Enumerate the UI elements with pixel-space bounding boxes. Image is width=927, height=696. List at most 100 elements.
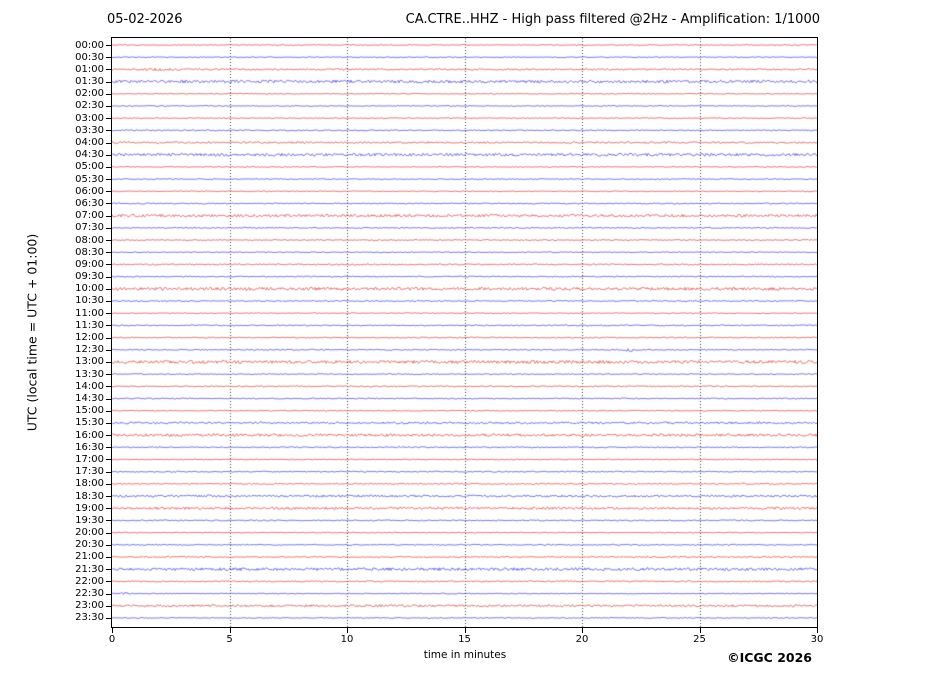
y-tick-label: 18:30	[75, 490, 104, 502]
y-tick-mark	[106, 288, 112, 290]
y-tick-label: 11:30	[75, 319, 104, 331]
y-tick-label: 04:30	[75, 149, 104, 161]
y-tick-label: 07:30	[75, 222, 104, 234]
y-tick-mark	[106, 593, 112, 595]
y-tick-mark	[106, 45, 112, 46]
y-tick-mark	[106, 142, 112, 144]
y-tick-label: 15:00	[75, 405, 104, 417]
x-tick-label: 20	[575, 634, 589, 645]
x-axis-title: time in minutes	[423, 649, 507, 661]
y-tick-label: 02:00	[75, 88, 104, 100]
y-tick-mark	[106, 556, 112, 558]
y-tick-label: 13:00	[75, 356, 104, 368]
y-tick-label: 19:30	[75, 514, 104, 526]
y-tick-label: 23:30	[75, 612, 104, 624]
y-tick-mark	[106, 459, 112, 461]
y-tick-mark	[106, 215, 112, 217]
y-tick-label: 06:00	[75, 185, 104, 197]
y-tick-label: 17:00	[75, 453, 104, 465]
y-tick-mark	[106, 57, 112, 59]
y-tick-label: 13:30	[75, 368, 104, 380]
seismogram-trace-canvas	[112, 38, 817, 627]
x-tick-label: 0	[108, 634, 116, 645]
y-tick-mark	[106, 276, 112, 278]
y-tick-label: 05:30	[75, 173, 104, 185]
y-tick-mark	[106, 520, 112, 522]
y-tick-mark	[106, 300, 112, 302]
y-tick-mark	[106, 337, 112, 339]
y-tick-label: 03:00	[75, 112, 104, 124]
y-tick-mark	[106, 447, 112, 449]
y-tick-label: 00:30	[75, 51, 104, 63]
y-tick-mark	[106, 118, 112, 120]
y-tick-mark	[106, 569, 112, 571]
y-tick-label: 06:30	[75, 197, 104, 209]
y-tick-label: 11:00	[75, 307, 104, 319]
y-tick-label: 20:00	[75, 527, 104, 539]
y-tick-label: 01:00	[75, 63, 104, 75]
copyright-label: ©ICGC 2026	[727, 650, 812, 665]
y-tick-mark	[106, 605, 112, 607]
helicorder-figure: 05-02-2026 CA.CTRE..HHZ - High pass filt…	[0, 0, 927, 696]
y-tick-mark	[106, 374, 112, 376]
y-tick-mark	[106, 179, 112, 181]
y-tick-mark	[106, 544, 112, 546]
y-tick-label: 15:30	[75, 417, 104, 429]
y-tick-mark	[106, 203, 112, 205]
y-tick-label: 07:00	[75, 210, 104, 222]
y-tick-label: 16:00	[75, 429, 104, 441]
y-tick-label: 23:00	[75, 600, 104, 612]
y-tick-label: 03:30	[75, 124, 104, 136]
y-tick-label: 21:00	[75, 551, 104, 563]
y-axis-label: UTC (local time = UTC + 01:00)	[24, 233, 40, 432]
y-tick-mark	[106, 581, 112, 583]
date-label: 05-02-2026	[107, 12, 183, 27]
y-tick-label: 12:00	[75, 332, 104, 344]
y-tick-label: 00:00	[75, 39, 104, 51]
y-tick-mark	[106, 349, 112, 351]
y-tick-mark	[106, 105, 112, 107]
y-tick-mark	[106, 508, 112, 510]
x-tick-mark	[347, 627, 348, 633]
y-tick-mark	[106, 435, 112, 437]
x-tick-mark	[229, 627, 231, 633]
x-tick-label: 25	[693, 634, 706, 645]
y-tick-mark	[106, 398, 112, 400]
y-tick-label: 17:30	[75, 466, 104, 478]
y-tick-mark	[106, 325, 112, 327]
y-tick-label: 10:30	[75, 295, 104, 307]
x-tick-label: 30	[810, 634, 824, 645]
y-tick-mark	[106, 471, 112, 473]
y-tick-mark	[106, 227, 112, 229]
y-tick-label: 19:00	[75, 502, 104, 514]
y-tick-mark	[106, 532, 112, 534]
x-tick-mark	[464, 627, 466, 633]
y-tick-mark	[106, 264, 112, 266]
y-tick-label: 02:30	[75, 100, 104, 112]
y-tick-label: 01:30	[75, 76, 104, 88]
x-tick-mark	[699, 627, 701, 633]
y-tick-mark	[106, 69, 112, 71]
x-tick-label: 15	[458, 634, 471, 645]
y-tick-label: 22:30	[75, 588, 104, 600]
plot-title: CA.CTRE..HHZ - High pass filtered @2Hz -…	[405, 12, 820, 27]
y-tick-mark	[106, 81, 112, 83]
y-tick-mark	[106, 496, 112, 498]
x-tick-mark	[582, 627, 583, 633]
x-tick-label: 5	[226, 634, 233, 645]
y-tick-mark	[106, 422, 112, 424]
y-tick-label: 10:00	[75, 283, 104, 295]
y-tick-label: 18:00	[75, 478, 104, 490]
y-tick-label: 08:30	[75, 246, 104, 258]
plot-area	[111, 37, 818, 628]
y-tick-mark	[106, 617, 112, 619]
y-tick-mark	[106, 240, 112, 242]
y-tick-mark	[106, 252, 112, 254]
y-tick-mark	[106, 361, 112, 363]
y-tick-mark	[106, 483, 112, 485]
y-tick-mark	[106, 386, 112, 388]
y-tick-mark	[106, 191, 112, 193]
y-tick-mark	[106, 166, 112, 168]
y-tick-label: 12:30	[75, 344, 104, 356]
y-tick-label: 09:30	[75, 271, 104, 283]
